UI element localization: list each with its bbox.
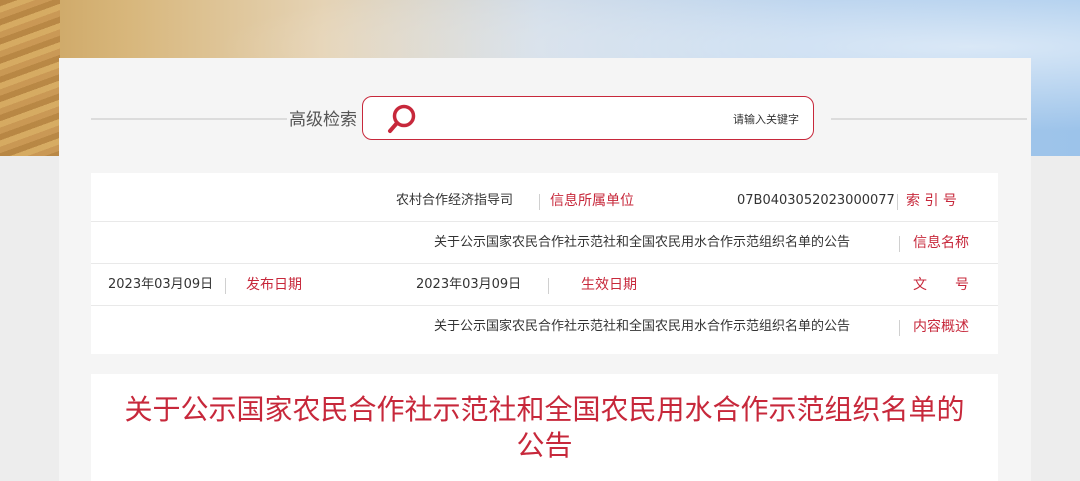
divider-right (831, 118, 1027, 120)
document-info-table: 索 引 号 07B0403052023000077 信息所属单位 农村合作经济指… (91, 173, 998, 354)
wheat-image (0, 0, 60, 156)
name-value: 关于公示国家农民合作社示范社和全国农民用水合作示范组织名单的公告 (434, 235, 851, 250)
info-row-name: 信息名称 关于公示国家农民合作社示范社和全国农民用水合作示范组织名单的公告 (91, 222, 998, 264)
index-value: 07B0403052023000077 (737, 193, 895, 208)
info-row-dates: 文 号 生效日期 2023年03月09日 发布日期 2023年03月09日 (91, 264, 998, 306)
unit-value: 农村合作经济指导司 (396, 193, 514, 208)
divider (548, 278, 549, 294)
publish-date-label: 发布日期 (246, 277, 302, 293)
publish-date-value: 2023年03月09日 (108, 277, 214, 292)
divider (897, 194, 898, 210)
index-label: 索 引 号 (906, 193, 957, 209)
advanced-search-link[interactable]: 高级检索 (273, 108, 373, 132)
effective-date-label: 生效日期 (581, 277, 637, 293)
summary-label: 内容概述 (913, 319, 969, 335)
divider (899, 320, 900, 336)
search-box[interactable] (362, 96, 814, 140)
divider (225, 278, 226, 294)
search-input[interactable] (733, 110, 813, 128)
divider (539, 194, 540, 210)
search-bar-row: 高级检索 (59, 58, 1031, 168)
search-icon[interactable] (385, 102, 419, 136)
divider (899, 236, 900, 252)
info-row-index: 索 引 号 07B0403052023000077 信息所属单位 农村合作经济指… (91, 180, 998, 222)
document-title: 关于公示国家农民合作社示范社和全国农民用水合作示范组织名单的公告 (124, 393, 965, 462)
info-row-summary: 内容概述 关于公示国家农民合作社示范社和全国农民用水合作示范组织名单的公告 (91, 306, 998, 348)
divider-left (91, 118, 287, 120)
effective-date-value: 2023年03月09日 (416, 277, 522, 292)
summary-value: 关于公示国家农民合作社示范社和全国农民用水合作示范组织名单的公告 (434, 319, 851, 334)
document-title-card: 关于公示国家农民合作社示范社和全国农民用水合作示范组织名单的公告 (91, 374, 998, 481)
doc-number-label: 文 号 (913, 277, 969, 293)
name-label: 信息名称 (913, 235, 969, 251)
unit-label: 信息所属单位 (550, 193, 634, 209)
